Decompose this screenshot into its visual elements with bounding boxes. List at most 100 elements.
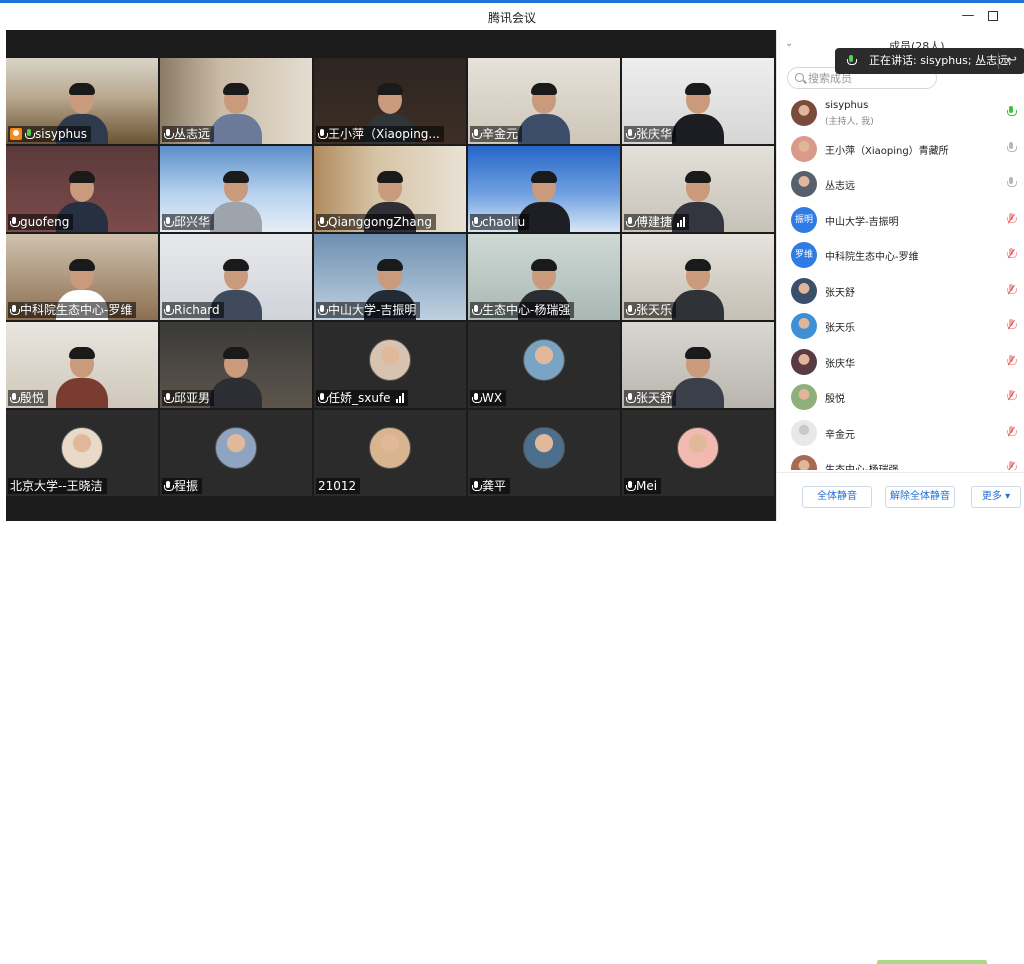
video-tile[interactable]: 邱亚男 — [160, 322, 312, 408]
participant-video — [670, 344, 726, 408]
member-item[interactable]: 张天乐 — [777, 308, 1024, 343]
member-name: 殷悦 — [825, 394, 845, 405]
member-item[interactable]: 振明 中山大学-吉振明 — [777, 202, 1024, 237]
mic-muted-icon — [10, 304, 20, 316]
mic-muted-icon — [10, 392, 20, 404]
member-avatar — [791, 171, 817, 197]
participant-name: WX — [482, 391, 503, 405]
participant-label: 丛志远 — [162, 126, 215, 142]
member-item[interactable]: 张庆华 — [777, 344, 1024, 379]
participant-label: WX — [470, 390, 507, 406]
participant-label: 傅建捷 — [624, 214, 690, 230]
video-tile[interactable]: guofeng — [6, 146, 158, 232]
mic-muted-icon — [472, 216, 482, 228]
video-tile[interactable]: 龚平 — [468, 410, 620, 496]
participant-avatar — [523, 338, 565, 381]
member-item[interactable]: 罗维 中科院生态中心-罗维 — [777, 237, 1024, 272]
divider — [998, 53, 999, 69]
member-avatar — [791, 100, 817, 126]
member-name: 辛金元 — [825, 429, 855, 441]
mute-all-button[interactable]: 全体静音 — [802, 486, 872, 508]
video-tile[interactable]: 傅建捷 — [622, 146, 774, 232]
member-name: 中山大学-吉振明 — [825, 216, 899, 228]
participant-name: 邱亚男 — [174, 391, 211, 405]
mic-muted-icon — [626, 480, 636, 492]
video-tile[interactable]: 辛金元 — [468, 58, 620, 144]
member-avatar — [791, 313, 817, 339]
video-tile[interactable]: Richard — [160, 234, 312, 320]
maximize-icon — [988, 11, 998, 21]
participant-video — [670, 80, 726, 144]
video-tile[interactable]: 丛志远 — [160, 58, 312, 144]
video-tile[interactable]: 殷悦 — [6, 322, 158, 408]
participant-label: Mei — [624, 478, 662, 494]
member-item[interactable]: 生态中心-杨瑞强 — [777, 450, 1024, 470]
video-tile[interactable]: chaoliu — [468, 146, 620, 232]
video-tile[interactable]: Mei — [622, 410, 774, 496]
member-item[interactable]: 丛志远 — [777, 166, 1024, 201]
video-tile[interactable]: 任娇_sxufe — [314, 322, 466, 408]
mic-muted-icon[interactable] — [1007, 248, 1017, 260]
participant-name: 张天乐 — [636, 303, 673, 317]
minimize-button[interactable]: — — [960, 8, 976, 24]
mic-icon[interactable] — [1007, 177, 1017, 189]
mic-muted-icon[interactable] — [1007, 319, 1017, 331]
member-item[interactable]: sisyphus (主持人, 我) — [777, 95, 1024, 130]
mic-muted-icon[interactable] — [1007, 283, 1017, 296]
video-tile[interactable]: sisyphus — [6, 58, 158, 144]
mic-muted-icon — [626, 216, 636, 228]
members-footer: 全体静音 解除全体静音 更多 ▾ — [777, 472, 1024, 964]
video-tile[interactable]: 邱兴华 — [160, 146, 312, 232]
member-name: 王小萍（Xiaoping）青藏所 — [825, 145, 949, 157]
participant-name: guofeng — [20, 215, 70, 229]
participant-label: 王小萍（Xiaoping... — [316, 126, 444, 142]
member-item[interactable]: 张天舒 — [777, 273, 1024, 308]
mic-muted-icon[interactable] — [1007, 425, 1017, 438]
unmute-all-button[interactable]: 解除全体静音 — [885, 486, 955, 508]
participant-name: QianggongZhang — [328, 215, 432, 229]
mic-icon[interactable] — [1007, 141, 1017, 154]
back-icon[interactable]: ↩ — [1006, 48, 1017, 74]
video-tile[interactable]: 中科院生态中心-罗维 — [6, 234, 158, 320]
participant-video — [516, 80, 572, 144]
member-avatar — [791, 277, 817, 304]
maximize-button[interactable] — [985, 8, 1001, 24]
video-tile[interactable]: 张天舒 — [622, 322, 774, 408]
participant-name: Richard — [174, 303, 220, 317]
mic-icon[interactable] — [1007, 106, 1017, 118]
mic-muted-icon[interactable] — [1007, 354, 1017, 367]
participant-name: 殷悦 — [20, 391, 45, 405]
host-icon — [10, 128, 22, 140]
participant-label: 任娇_sxufe — [316, 390, 408, 406]
member-name: 生态中心-杨瑞强 — [825, 461, 899, 470]
video-tile[interactable]: 21012 — [314, 410, 466, 496]
member-avatar: 振明 — [791, 206, 817, 233]
video-tile[interactable]: 北京大学--王晓洁 — [6, 410, 158, 496]
mic-muted-icon[interactable] — [1007, 212, 1017, 225]
member-item[interactable]: 辛金元 — [777, 415, 1024, 450]
meeting-window: 腾讯会议 — sisyphus 丛志远 王小萍（Xiaoping... 辛金元 张庆华 g… — [0, 0, 1024, 964]
video-tile[interactable]: 张天乐 — [622, 234, 774, 320]
member-name: 丛志远 — [825, 181, 855, 192]
video-tile[interactable]: 中山大学-吉振明 — [314, 234, 466, 320]
video-tile[interactable]: WX — [468, 322, 620, 408]
participant-name: 邱兴华 — [174, 215, 211, 229]
video-tile[interactable]: 程振 — [160, 410, 312, 496]
more-button[interactable]: 更多 ▾ — [971, 486, 1021, 508]
video-tile[interactable]: 张庆华 — [622, 58, 774, 144]
member-role: (主持人, 我) — [825, 117, 874, 127]
mic-icon — [164, 128, 174, 140]
participant-name: 生态中心-杨瑞强 — [482, 303, 571, 317]
participant-label: guofeng — [8, 214, 74, 230]
participant-label: 21012 — [316, 478, 361, 494]
participant-label: 张天乐 — [624, 302, 677, 318]
video-tile[interactable]: 王小萍（Xiaoping... — [314, 58, 466, 144]
collapse-chevron-icon[interactable]: ⌄ — [785, 38, 793, 49]
mic-muted-icon[interactable] — [1007, 390, 1017, 402]
member-item[interactable]: 王小萍（Xiaoping）青藏所 — [777, 131, 1024, 166]
mic-muted-icon — [626, 128, 636, 140]
video-tile[interactable]: QianggongZhang — [314, 146, 466, 232]
mic-muted-icon[interactable] — [1007, 461, 1017, 470]
member-item[interactable]: 殷悦 — [777, 379, 1024, 414]
video-tile[interactable]: 生态中心-杨瑞强 — [468, 234, 620, 320]
